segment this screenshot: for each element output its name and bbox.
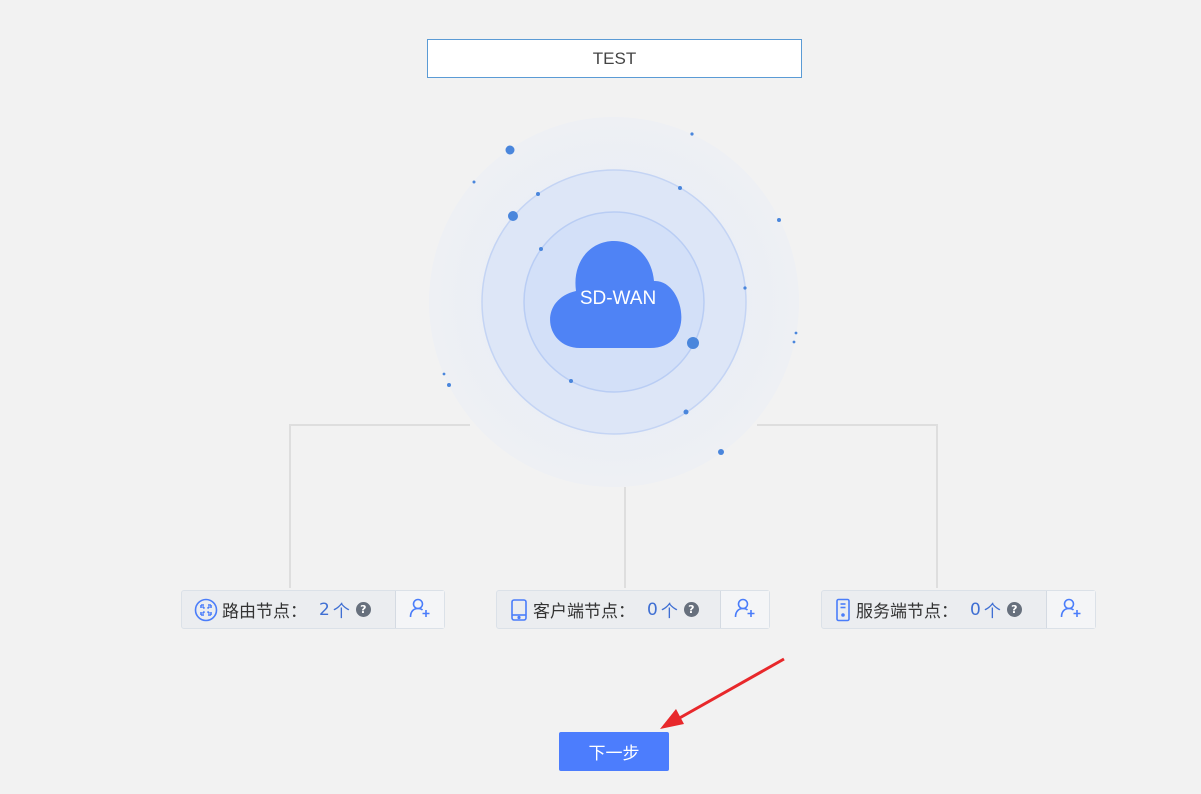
router-node-count: 2 [319,599,330,620]
client-node-label: 客户端节点： [533,602,635,622]
router-node-unit: 个 [332,602,350,622]
add-user-icon [734,597,756,623]
add-server-node-button[interactable] [1045,591,1095,628]
server-node-label: 服务端节点： [856,602,958,622]
help-icon[interactable]: ? [683,602,699,617]
add-user-icon [409,597,431,623]
tablet-icon [509,598,529,622]
client-node-unit: 个 [660,602,678,622]
router-node-label: 路由节点： [222,602,307,622]
cloud-label: SD-WAN [579,288,657,309]
router-node-info: 路由节点： 2 个 ? [182,591,395,628]
router-node-card: 路由节点： 2 个 ? [181,590,445,629]
server-node-card: 服务端节点： 0 个 ? [821,590,1096,629]
router-icon [194,598,218,622]
sdwan-topology-graphic [289,117,938,729]
client-node-info: 客户端节点： 0 个 ? [497,591,720,628]
client-node-card: 客户端节点： 0 个 ? [496,590,770,629]
add-client-node-button[interactable] [719,591,769,628]
add-router-node-button[interactable] [395,591,444,628]
server-icon [834,598,852,622]
server-node-unit: 个 [983,602,1001,622]
server-node-count: 0 [970,599,981,620]
server-node-info: 服务端节点： 0 个 ? [822,591,1046,628]
next-step-button[interactable]: 下一步 [559,732,669,771]
client-node-count: 0 [647,599,658,620]
help-icon[interactable]: ? [355,602,371,617]
add-user-icon [1060,597,1082,623]
annotation-arrow [660,657,785,729]
help-icon[interactable]: ? [1006,602,1022,617]
